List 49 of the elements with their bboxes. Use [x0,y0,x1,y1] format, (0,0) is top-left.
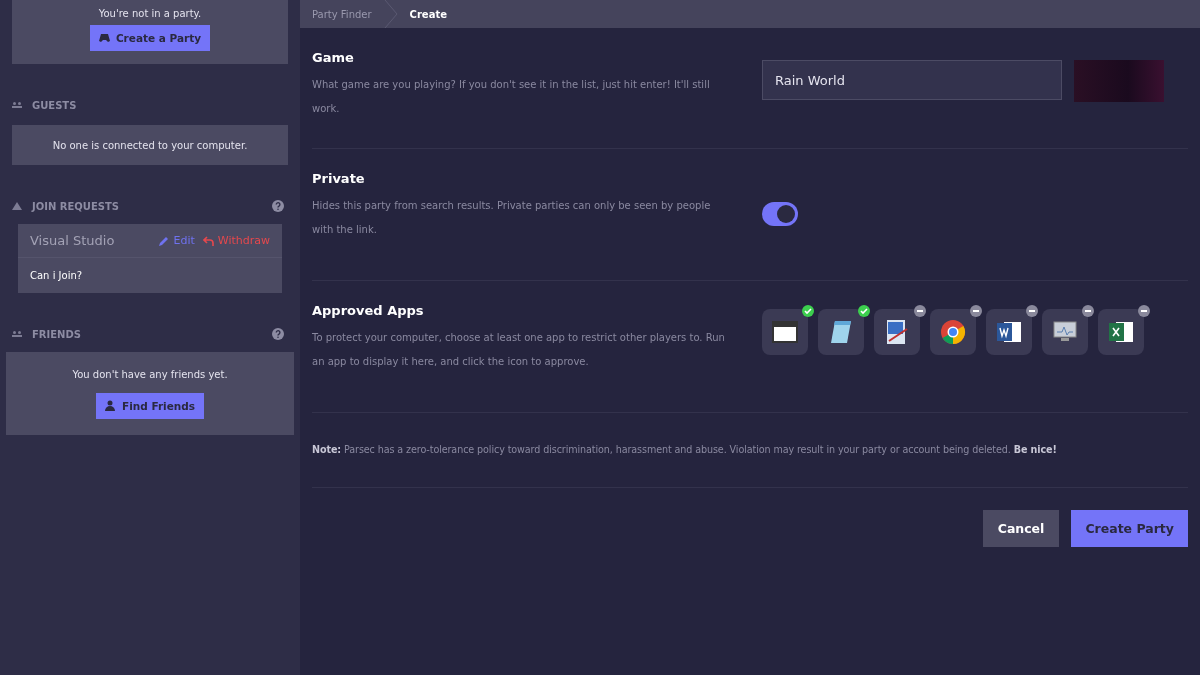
find-friends-button[interactable]: Find Friends [95,392,205,419]
people-icon [12,331,22,337]
gamepad-icon [98,34,110,42]
app-button[interactable] [930,309,976,355]
section-description: What game are you playing? If you don't see it in the list, just hit enter! It'll still work. [312,78,711,116]
app-button[interactable] [1098,309,1144,355]
people-icon [12,102,22,108]
breadcrumb-item[interactable]: Party Finder [312,8,384,20]
monitor-icon [1052,320,1078,344]
host-name: Visual Studio [30,233,116,248]
withdraw-link[interactable]: Withdraw [202,234,270,247]
game-input-field[interactable]: Rain World [762,60,1062,100]
undo-arrow-icon [202,235,214,246]
cancel-button[interactable]: Cancel [982,510,1060,547]
app-button[interactable] [986,309,1032,355]
private-toggle[interactable] [762,202,798,226]
guests-message: No one is connected to your computer. [52,139,248,151]
app-button[interactable] [1042,309,1088,355]
create-party-button[interactable]: Create Party [1071,510,1188,547]
section-title: Private [312,171,366,186]
paint-icon [885,319,909,345]
app-button[interactable] [762,309,808,355]
breadcrumb-item[interactable]: Create [397,8,459,20]
section-title: Approved Apps [312,303,425,318]
section-title: GUESTS [32,99,78,111]
friends-message: You don't have any friends yet. [72,368,228,380]
document-icon [996,320,1022,344]
collapse-arrow-icon[interactable] [12,202,22,210]
section-title: FRIENDS [32,328,82,340]
section-description: To protect your computer, choose at least one app to restrict other players to. Run an app to display it here, and click the icon to approve. [312,331,726,369]
party-status-text: You're not in a party. [98,8,202,19]
create-party-button[interactable]: Create a Party [89,25,211,51]
spreadsheet-icon [1108,320,1134,344]
pencil-icon [159,235,170,246]
help-icon[interactable] [272,328,284,340]
section-title: Game [312,50,355,65]
edit-link[interactable]: Edit [159,234,195,247]
person-icon [104,400,116,411]
app-button[interactable] [818,309,864,355]
section-title: JOIN REQUESTS [32,200,120,212]
section-description: Hides this party from search results. Private parties can only be seen by people with the link. [312,199,712,237]
browser-icon [940,319,966,345]
notepad-icon [829,319,853,345]
help-icon[interactable] [272,200,284,212]
chevron-icon [383,0,398,28]
app-button[interactable] [874,309,920,355]
policy-note: Note: Parsec has a zero-tolerance policy toward discrimination, harassment and abuse. Violation may result in your party or account being deleted. Be nice! [312,443,1057,457]
window-icon [772,321,798,343]
request-message: Can i Join? [29,269,84,283]
